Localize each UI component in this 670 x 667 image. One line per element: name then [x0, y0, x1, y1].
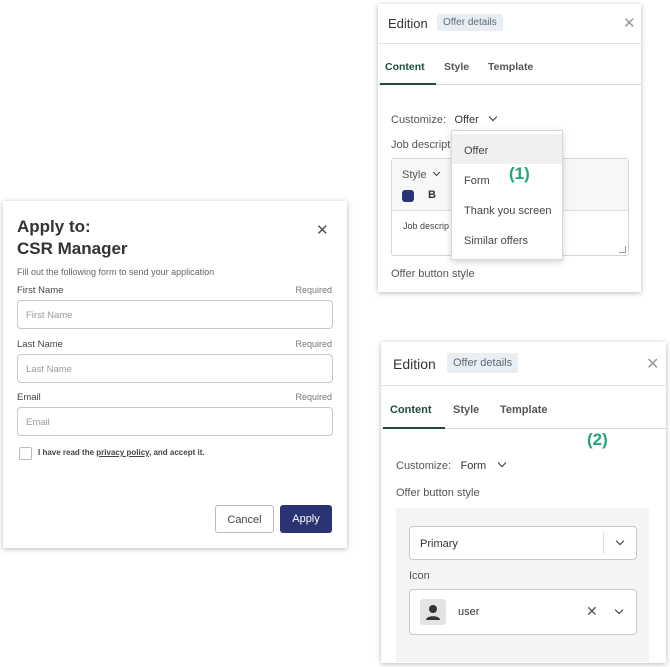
select-divider [603, 532, 604, 554]
first-name-label: First Name [17, 285, 64, 296]
consent-checkbox[interactable] [19, 447, 32, 460]
active-tab-indicator [380, 83, 436, 85]
offer-details-badge: Offer details [437, 14, 503, 31]
clear-icon[interactable]: ✕ [586, 603, 598, 620]
dialog-title-line1: Apply to: [17, 217, 91, 236]
email-required: Required [295, 392, 332, 402]
panel-header: Edition Offer details ✕ [378, 4, 641, 44]
dropdown-option-similar-offers[interactable]: Similar offers [452, 224, 562, 254]
email-input[interactable]: Email [17, 407, 333, 436]
bold-button[interactable]: B [428, 189, 436, 201]
close-icon[interactable]: ✕ [623, 14, 636, 32]
user-icon [420, 599, 446, 625]
tab-template[interactable]: Template [500, 404, 547, 416]
chevron-down-icon[interactable] [614, 605, 624, 615]
panel-header: Edition Offer details ✕ [381, 342, 666, 386]
panel-title: Edition [393, 356, 436, 372]
tab-style[interactable]: Style [444, 61, 469, 73]
last-name-label: Last Name [17, 339, 63, 350]
icon-value: user [458, 606, 480, 618]
customize-value: Form [460, 460, 487, 472]
chevron-down-icon [432, 168, 441, 177]
annotation-1: (1) [509, 164, 530, 183]
job-description-label: Job descript [391, 139, 451, 151]
text-color-swatch[interactable] [402, 190, 414, 202]
apply-button[interactable]: Apply [280, 505, 332, 533]
customize-value: Offer [454, 114, 479, 126]
editor-text: Job descrip [403, 221, 450, 231]
dropdown-option-thank-you-screen[interactable]: Thank you screen [452, 194, 562, 224]
tab-content[interactable]: Content [385, 61, 425, 73]
active-tab-indicator [383, 427, 445, 429]
email-label: Email [17, 392, 41, 403]
consent-text: I have read the privacy policy, and acce… [38, 448, 205, 457]
dropdown-option-form[interactable]: Form [452, 164, 562, 194]
consent-text-before: I have read the [38, 448, 97, 457]
customize-label: Customize: [391, 114, 447, 126]
resize-handle[interactable] [619, 246, 626, 253]
last-name-input[interactable]: Last Name [17, 354, 333, 383]
dialog-subtitle: Fill out the following form to send your… [17, 267, 215, 277]
last-name-required: Required [295, 339, 332, 349]
customize-row[interactable]: Customize: Form [396, 456, 506, 474]
close-icon[interactable]: ✕ [316, 221, 329, 239]
button-style-value: Primary [420, 538, 458, 550]
tab-bar: Content Style Template [378, 44, 641, 85]
consent-text-after: , and accept it. [149, 448, 205, 457]
chevron-down-icon [488, 112, 498, 122]
edition-panel-form: Edition Offer details ✕ Content Style Te… [381, 342, 666, 663]
icon-label: Icon [409, 570, 430, 582]
chevron-down-icon [497, 458, 506, 468]
dropdown-option-offer[interactable]: Offer [452, 134, 562, 164]
privacy-policy-link[interactable]: privacy policy [96, 448, 149, 457]
icon-select[interactable]: user ✕ [409, 589, 637, 635]
tab-template[interactable]: Template [488, 61, 533, 73]
dialog-title-job: CSR Manager [17, 239, 128, 258]
editor-style-dropdown[interactable]: Style [402, 169, 426, 181]
tab-content[interactable]: Content [390, 404, 432, 416]
customize-label: Customize: [396, 460, 452, 472]
cancel-button[interactable]: Cancel [215, 505, 274, 533]
tab-style[interactable]: Style [453, 404, 479, 416]
tab-bar: Content Style Template [381, 386, 666, 429]
first-name-input[interactable]: First Name [17, 300, 333, 329]
button-style-select[interactable]: Primary [409, 526, 637, 560]
apply-dialog: Apply to: CSR Manager ✕ Fill out the fol… [3, 201, 347, 548]
first-name-required: Required [295, 285, 332, 295]
chevron-down-icon [615, 536, 625, 546]
offer-button-style-label: Offer button style [396, 487, 480, 499]
panel-title: Edition [388, 16, 428, 31]
offer-button-style-label: Offer button style [391, 268, 475, 280]
customize-dropdown-menu: Offer Form Thank you screen Similar offe… [451, 130, 563, 260]
offer-details-badge: Offer details [447, 353, 519, 373]
close-icon[interactable]: ✕ [646, 354, 659, 374]
annotation-2: (2) [587, 430, 608, 449]
button-style-section: Primary Icon user ✕ [396, 508, 649, 662]
customize-row[interactable]: Customize: Offer [391, 110, 498, 128]
